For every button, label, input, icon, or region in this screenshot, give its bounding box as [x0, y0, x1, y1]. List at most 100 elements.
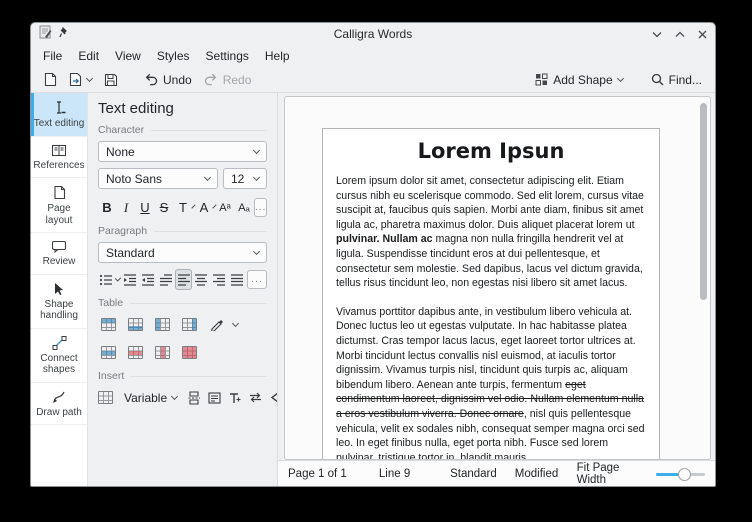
font-family-dropdown[interactable]: Noto Sans [98, 168, 218, 189]
insert-text-button[interactable] [229, 387, 241, 408]
insert-variable-button[interactable]: Variable [121, 387, 180, 408]
font-family-value: Noto Sans [106, 172, 162, 186]
character-style-dropdown[interactable]: None [98, 141, 267, 162]
increase-indent-button[interactable] [121, 269, 138, 290]
first-line-indent-icon [159, 274, 173, 286]
minimize-button[interactable] [652, 31, 662, 38]
sidebar-item-references[interactable]: References [31, 137, 87, 179]
bold-text-run: pulvinar. Nullam ac [336, 233, 433, 245]
more-paragraph-options-button[interactable]: ... [247, 270, 267, 289]
sidebar-item-shape-handling[interactable]: Shape handling [31, 275, 87, 329]
paragraph-1: Lorem ipsum dolor sit amet, consectetur … [336, 174, 646, 291]
open-document-icon [69, 72, 82, 87]
zoom-slider[interactable] [656, 467, 705, 481]
pin-icon[interactable] [59, 25, 68, 43]
sidebar-item-label: Draw path [36, 407, 82, 418]
menu-edit[interactable]: Edit [70, 47, 107, 65]
align-center-button[interactable] [193, 269, 210, 290]
undo-icon [144, 73, 158, 86]
draw-path-icon [52, 390, 67, 404]
status-paragraph-style[interactable]: Standard [450, 468, 515, 480]
underline-button[interactable]: U [136, 197, 154, 218]
decrease-indent-button[interactable] [139, 269, 156, 290]
special-character-button[interactable] [270, 387, 278, 408]
document-area: Lorem Ipsun Lorem ipsum dolor sit amet, … [278, 93, 715, 486]
add-shape-icon [535, 73, 548, 86]
strikethrough-button[interactable]: S [155, 197, 173, 218]
align-left-button[interactable] [175, 269, 192, 290]
font-size-dropdown[interactable]: 12 [223, 168, 267, 189]
text-color-button[interactable]: T [174, 197, 192, 218]
paragraph-style-value: Standard [106, 246, 155, 260]
menu-settings[interactable]: Settings [198, 47, 257, 65]
undo-label: Undo [163, 73, 192, 87]
sidebar-item-text-editing[interactable]: Text editing [31, 93, 87, 137]
open-document-button[interactable] [64, 69, 97, 91]
insert-row-below-button[interactable] [125, 314, 146, 335]
close-button[interactable] [698, 30, 707, 39]
insert-column-right-button[interactable] [179, 314, 200, 335]
chevron-down-icon [253, 174, 260, 181]
insert-page-break-button[interactable] [188, 387, 200, 408]
document-viewport[interactable]: Lorem Ipsun Lorem ipsum dolor sit amet, … [284, 96, 711, 460]
insert-table-button[interactable] [98, 387, 113, 408]
zoom-mode-button[interactable]: Fit Page Width [577, 462, 648, 486]
italic-button[interactable]: I [117, 197, 135, 218]
add-shape-chevron-icon [617, 75, 624, 82]
search-icon [651, 73, 664, 86]
sidebar-item-page-layout[interactable]: Page layout [31, 178, 87, 233]
delete-column-button[interactable] [152, 342, 173, 363]
align-right-button[interactable] [211, 269, 228, 290]
redo-button[interactable]: Redo [199, 69, 257, 91]
document-page[interactable]: Lorem Ipsun Lorem ipsum dolor sit amet, … [322, 128, 660, 460]
align-justify-button[interactable] [229, 269, 246, 290]
bold-button[interactable]: B [98, 197, 116, 218]
title-bar[interactable]: Calligra Words [31, 23, 715, 45]
redo-label: Redo [223, 73, 252, 87]
highlight-color-button[interactable]: A [195, 197, 213, 218]
status-line-indicator: Line 9 [379, 468, 450, 480]
increase-indent-icon [123, 274, 137, 286]
first-line-indent-button[interactable] [157, 269, 174, 290]
character-style-value: None [106, 145, 135, 159]
paragraph-style-dropdown[interactable]: Standard [98, 242, 267, 263]
sidebar-item-connect-shapes[interactable]: Connect shapes [31, 329, 87, 383]
menu-view[interactable]: View [107, 47, 149, 65]
chevron-down-icon [253, 248, 260, 255]
new-document-button[interactable] [39, 69, 62, 91]
save-button[interactable] [99, 69, 123, 91]
maximize-button[interactable] [675, 31, 685, 38]
font-size-value: 12 [231, 172, 244, 186]
swap-icon-button[interactable] [249, 387, 262, 408]
more-character-options-button[interactable]: ... [254, 198, 267, 217]
sidebar-item-review[interactable]: Review [31, 233, 87, 275]
delete-row-button[interactable] [125, 342, 146, 363]
border-pen-button[interactable] [206, 314, 227, 335]
border-pen-chevron-icon[interactable] [232, 320, 239, 327]
text-frame-icon [208, 392, 221, 404]
add-shape-button[interactable]: Add Shape [530, 69, 627, 91]
insert-column-right-icon [182, 318, 197, 331]
menu-help[interactable]: Help [257, 47, 298, 65]
undo-button[interactable]: Undo [139, 69, 197, 91]
document-heading: Lorem Ipsun [336, 139, 646, 163]
merge-cells-button[interactable] [98, 342, 119, 363]
vertical-scrollbar[interactable] [700, 103, 707, 300]
menu-file[interactable]: File [35, 47, 70, 65]
page-layout-icon [53, 185, 66, 200]
list-style-button[interactable] [98, 269, 115, 290]
bullet-list-icon [99, 274, 113, 286]
sidebar-item-draw-path[interactable]: Draw path [31, 383, 87, 426]
delete-table-button[interactable] [179, 342, 200, 363]
window-title: Calligra Words [31, 27, 715, 41]
insert-column-left-button[interactable] [152, 314, 173, 335]
insert-text-frame-button[interactable] [208, 387, 221, 408]
insert-row-above-button[interactable] [98, 314, 119, 335]
review-icon [51, 240, 67, 253]
zoom-slider-handle[interactable] [678, 468, 691, 481]
subscript-button[interactable]: Aₐ [235, 197, 253, 218]
menu-styles[interactable]: Styles [149, 47, 198, 65]
sidebar-item-label: Connect shapes [40, 353, 77, 376]
superscript-button[interactable]: Aᵃ [216, 197, 234, 218]
find-button[interactable]: Find... [646, 69, 707, 91]
